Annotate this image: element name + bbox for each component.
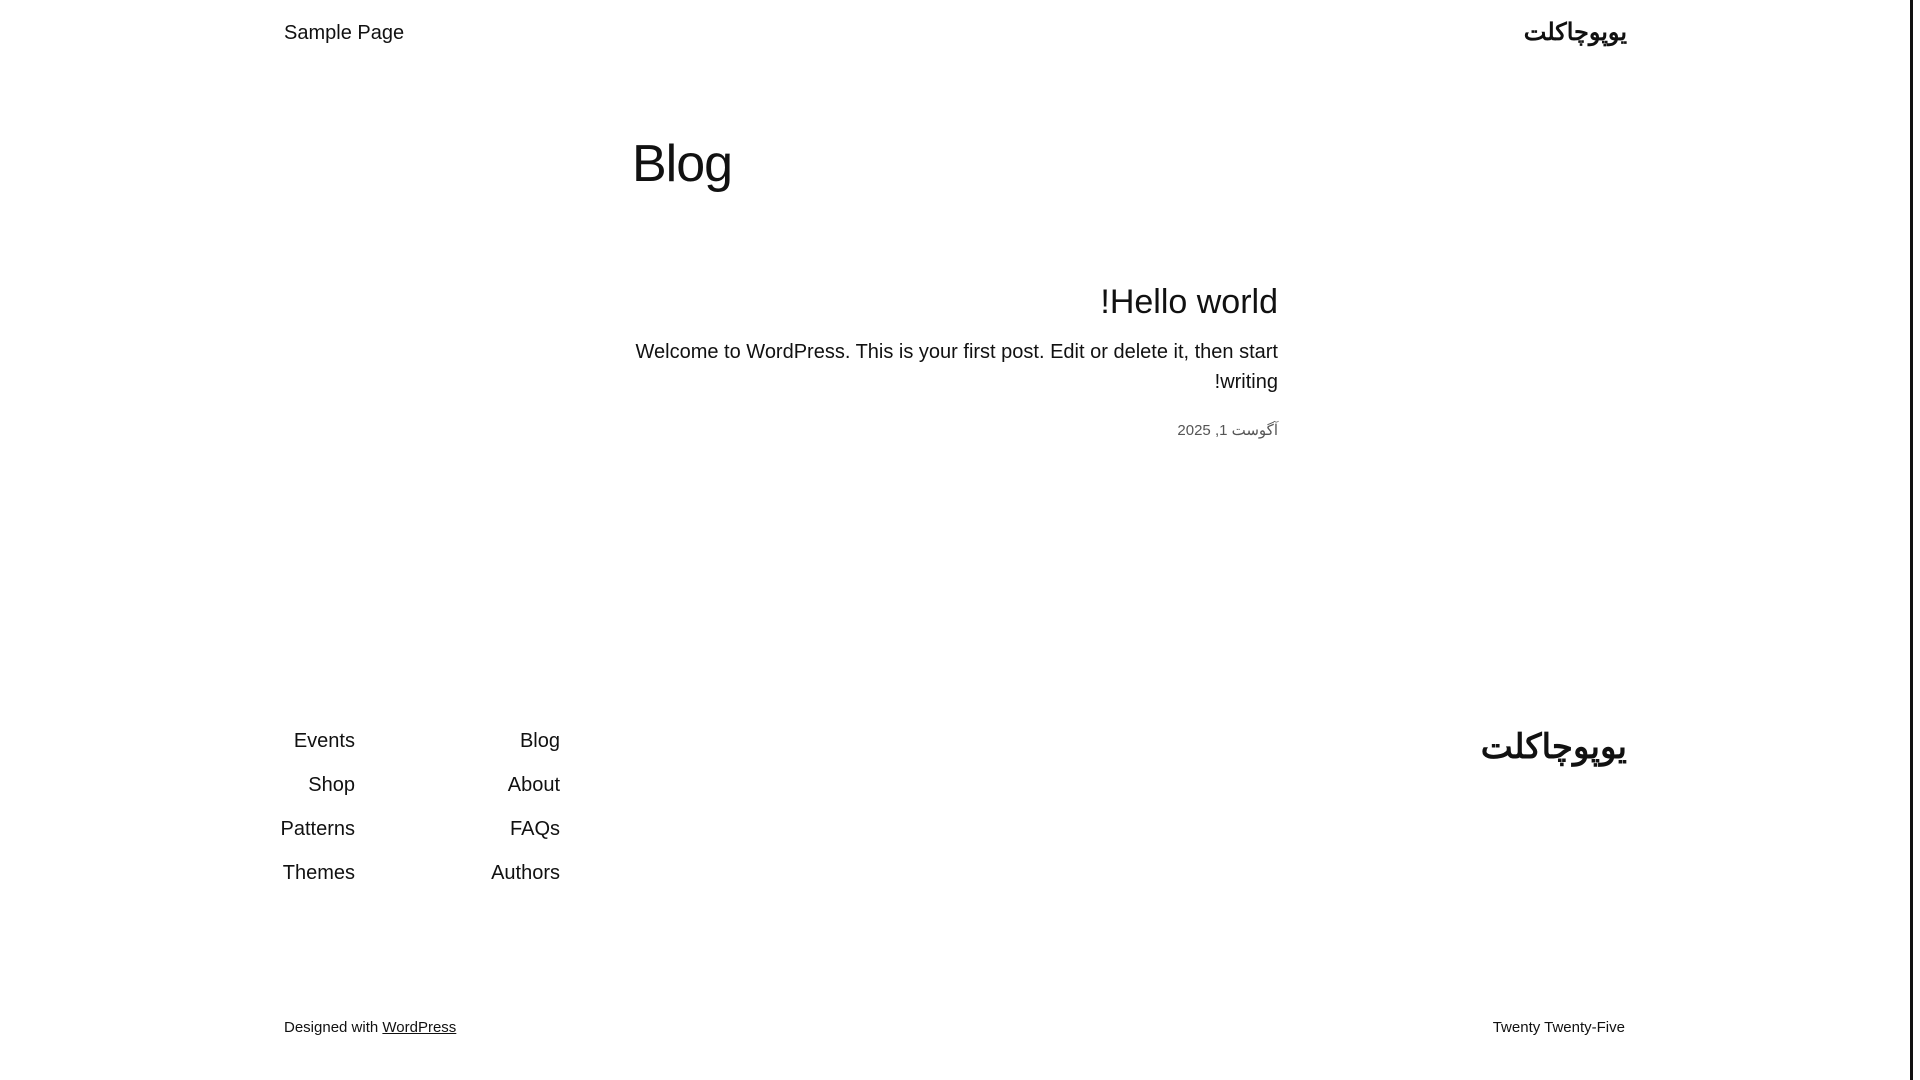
footer-nav-primary: Blog About FAQs Authors xyxy=(400,729,560,905)
theme-name: Twenty Twenty-Five xyxy=(1492,1019,1625,1036)
footer-link-events[interactable]: Events xyxy=(195,729,355,773)
wordpress-link[interactable]: WordPress xyxy=(382,1019,456,1036)
footer-link-about[interactable]: About xyxy=(400,773,560,817)
post-excerpt: Welcome to WordPress. This is your first… xyxy=(635,341,1278,393)
post-date[interactable]: آگوست 1, 2025 xyxy=(632,421,1278,439)
footer-link-blog[interactable]: Blog xyxy=(400,729,560,773)
site-title[interactable]: یوپوچاکلت xyxy=(1524,18,1627,47)
footer-nav-secondary: Events Shop Patterns Themes xyxy=(195,729,355,905)
footer-link-themes[interactable]: Themes xyxy=(195,861,355,905)
post-title[interactable]: Hello world! xyxy=(632,276,1278,328)
page-title: Blog xyxy=(632,135,733,193)
page: Sample Page یوپوچاکلت Blog Hello world! … xyxy=(0,0,1920,1080)
post-item: Hello world! Welcome to WordPress. This … xyxy=(632,276,1278,439)
footer-link-authors[interactable]: Authors xyxy=(400,861,560,905)
footer-link-faqs[interactable]: FAQs xyxy=(400,817,560,861)
credit-prefix: Designed with xyxy=(284,1019,379,1036)
footer-link-shop[interactable]: Shop xyxy=(195,773,355,817)
footer-site-title[interactable]: یوپوچاکلت xyxy=(1481,727,1627,767)
footer-credit: Designed with WordPress xyxy=(284,1019,456,1036)
footer-link-patterns[interactable]: Patterns xyxy=(195,817,355,861)
window-edge-divider xyxy=(1910,0,1913,1080)
nav-link-sample-page[interactable]: Sample Page xyxy=(284,22,404,45)
